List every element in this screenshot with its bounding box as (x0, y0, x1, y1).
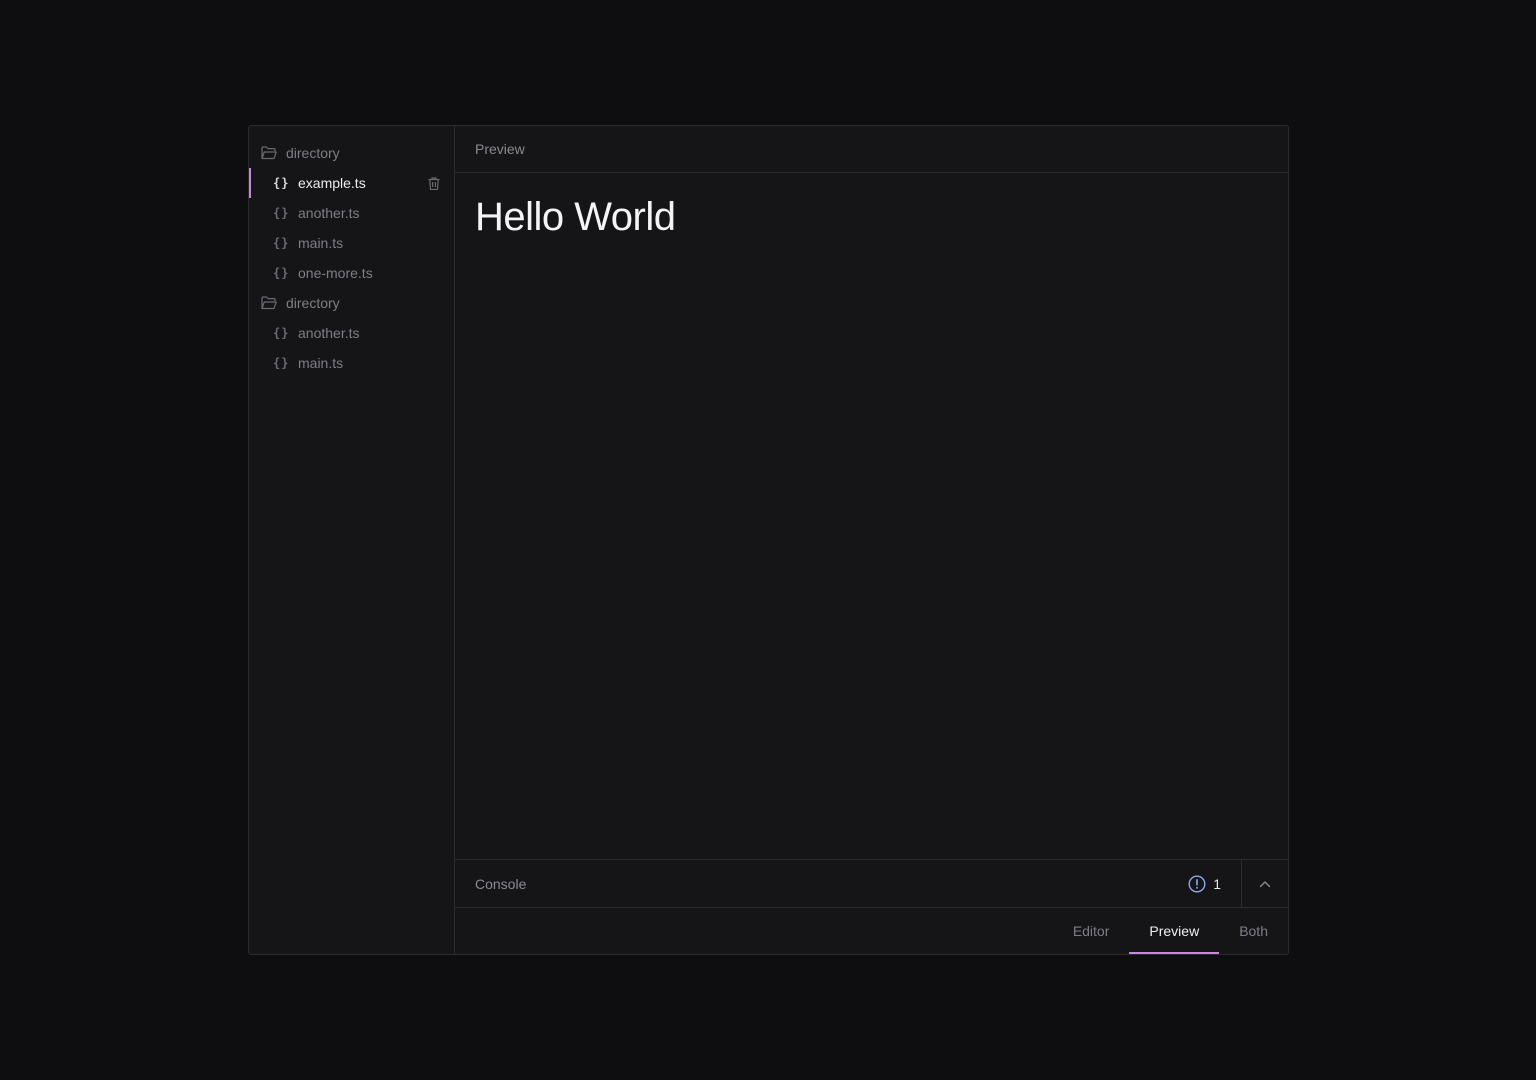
preview-content: Hello World (455, 173, 1288, 859)
tree-file-example[interactable]: {} example.ts (249, 168, 454, 198)
tree-file-another[interactable]: {} another.ts (249, 198, 454, 228)
tree-item-label: another.ts (298, 325, 360, 341)
preview-header: Preview (455, 126, 1288, 173)
tree-file-one-more[interactable]: {} one-more.ts (249, 258, 454, 288)
console-label: Console (475, 875, 527, 892)
braces-icon: {} (273, 356, 290, 370)
tree-item-label: another.ts (298, 205, 360, 221)
alert-circle-icon (1188, 874, 1206, 893)
console-count-value: 1 (1213, 875, 1221, 892)
folder-open-icon (261, 295, 277, 311)
console-message-count[interactable]: 1 (1188, 860, 1241, 907)
braces-icon: {} (273, 206, 290, 220)
braces-icon: {} (273, 326, 290, 340)
playground-window: directory {} example.ts {} another.ts {}… (248, 125, 1289, 955)
tab-editor[interactable]: Editor (1053, 908, 1130, 954)
tree-item-label: example.ts (298, 175, 366, 191)
chevron-up-icon (1259, 880, 1271, 887)
tree-item-label: one-more.ts (298, 265, 373, 281)
tree-item-label: directory (286, 295, 340, 311)
tree-directory[interactable]: directory (249, 138, 454, 168)
preview-header-label: Preview (475, 141, 525, 157)
tab-preview[interactable]: Preview (1129, 908, 1219, 954)
tree-file-another[interactable]: {} another.ts (249, 318, 454, 348)
tree-item-label: main.ts (298, 235, 344, 251)
braces-icon: {} (273, 266, 290, 280)
tree-file-main[interactable]: {} main.ts (249, 228, 454, 258)
tree-item-label: main.ts (298, 355, 344, 371)
tree-item-label: directory (286, 145, 340, 161)
tree-directory[interactable]: directory (249, 288, 454, 318)
view-mode-tabs: Editor Preview Both (455, 908, 1288, 954)
folder-open-icon (261, 145, 277, 161)
tree-file-main[interactable]: {} main.ts (249, 348, 454, 378)
trash-icon[interactable] (426, 175, 442, 191)
file-explorer: directory {} example.ts {} another.ts {}… (249, 126, 455, 954)
main-panel: Preview Hello World Console 1 Editor Pre… (455, 126, 1288, 954)
preview-heading: Hello World (475, 195, 676, 239)
braces-icon: {} (273, 236, 290, 250)
console-toggle-button[interactable] (1241, 860, 1288, 907)
console-bar: Console 1 (455, 859, 1288, 908)
tab-both[interactable]: Both (1219, 908, 1288, 954)
braces-icon: {} (273, 176, 290, 190)
